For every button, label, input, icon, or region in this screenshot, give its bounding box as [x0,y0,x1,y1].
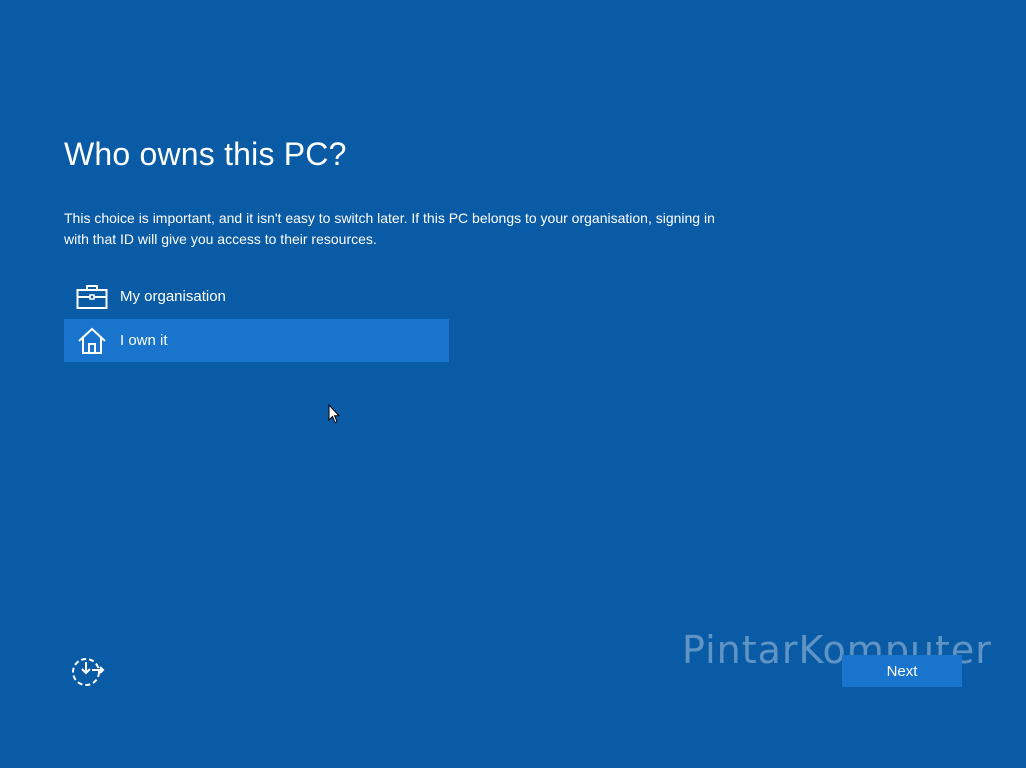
next-button[interactable]: Next [842,655,962,687]
page-title: Who owns this PC? [64,136,347,172]
option-my-organisation[interactable]: My organisation [64,275,449,318]
ease-of-access-button[interactable] [70,656,106,688]
home-icon [76,325,108,357]
option-i-own-it[interactable]: I own it [64,319,449,362]
option-label: I own it [120,332,168,349]
option-label: My organisation [120,288,226,305]
mouse-cursor-icon [328,403,341,424]
briefcase-icon [76,281,108,313]
ownership-options: My organisation I own it [64,275,449,363]
ease-of-access-icon [70,658,106,692]
page-description: This choice is important, and it isn't e… [64,210,715,247]
